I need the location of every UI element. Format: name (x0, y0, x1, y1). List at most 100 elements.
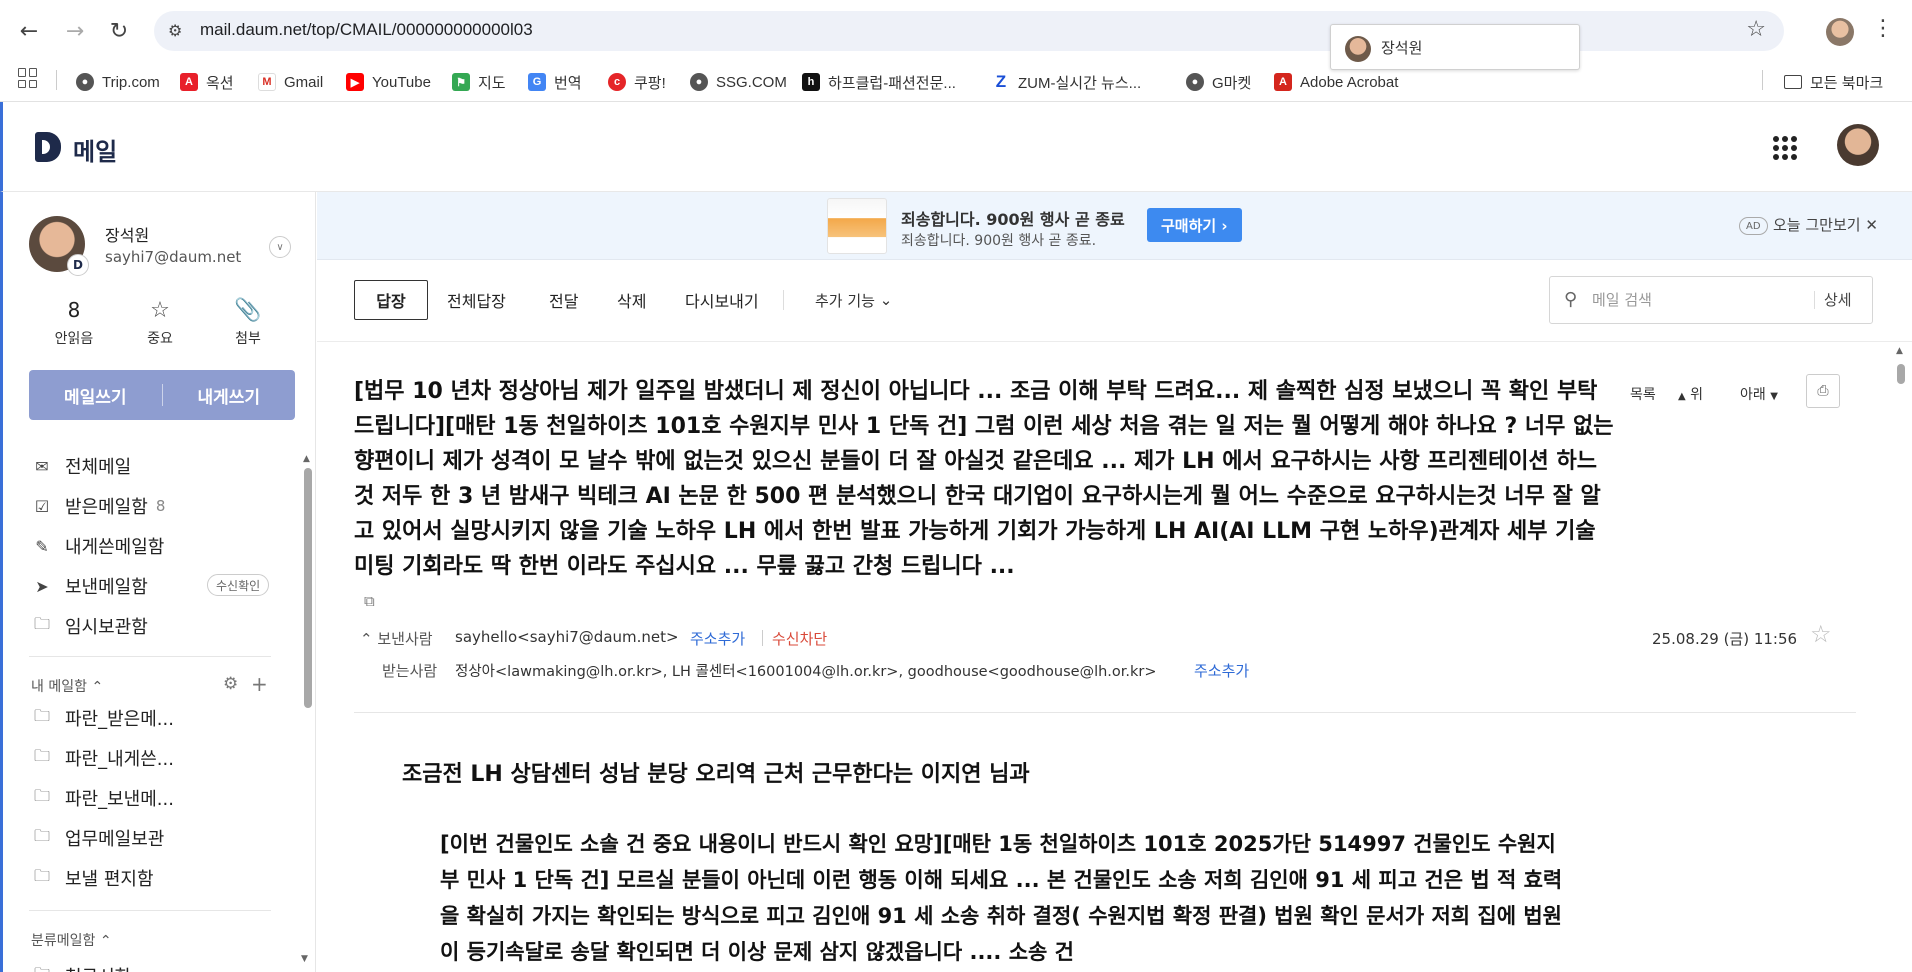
ad-tag: AD (1739, 217, 1768, 235)
advanced-search-button[interactable]: 상세 (1824, 289, 1852, 310)
main-scrollbar[interactable]: ▲ (1894, 346, 1908, 972)
forward-button[interactable]: 전달 (549, 280, 578, 320)
my-folder-item[interactable]: 🗀 보낼 편지함 (31, 864, 154, 892)
bookmark-auction[interactable]: A 옥션 (180, 70, 234, 94)
sidebar-divider (29, 910, 271, 911)
bookmarks-bar: ● Trip.com A 옥션 M Gmail ▶ YouTube ⚑ 지도 G 번역 c쿠… (0, 62, 1912, 102)
scroll-up-icon[interactable]: ▲ (1896, 346, 1903, 356)
bookmark-coupang[interactable]: c 쿠팡! (608, 70, 666, 94)
compose-button[interactable]: 메일쓰기 (29, 370, 162, 420)
folder-sent[interactable]: ➤ 보낸메일함 (31, 572, 148, 600)
folder-to-self[interactable]: ✎ 내게쓴메일함 (31, 532, 164, 560)
all-bookmarks-label: 모든 북마크 (1810, 74, 1884, 92)
list-button[interactable]: 목록 (1630, 384, 1656, 404)
chrome-menu-icon[interactable]: ⋮ (1872, 16, 1894, 41)
folder-drafts[interactable]: 🗀 임시보관함 (31, 612, 148, 640)
scroll-up-icon[interactable]: ▲ (303, 454, 310, 464)
zum-icon: Z (992, 72, 1010, 91)
bookmark-ssg[interactable]: ● SSG.COM (690, 70, 787, 94)
search-divider (1814, 291, 1815, 309)
bookmark-star-icon[interactable]: ☆ (1746, 17, 1766, 42)
daum-badge-icon: D (67, 254, 89, 276)
gear-icon[interactable]: ⚙ (223, 674, 238, 694)
bookmark-maps[interactable]: ⚑ 지도 (452, 70, 506, 94)
block-sender-link[interactable]: 수신차단 (772, 628, 827, 649)
site-info-icon[interactable]: ⚙ (168, 21, 188, 41)
plus-icon[interactable]: + (251, 672, 268, 696)
chrome-profile-avatar[interactable] (1826, 18, 1854, 46)
my-folder-item[interactable]: 🗀 파란_받은메... (31, 704, 174, 732)
bookmark-translate[interactable]: G 번역 (528, 70, 582, 94)
star-icon[interactable]: ☆ (1810, 620, 1832, 648)
add-recipient-address-link[interactable]: 주소추가 (1194, 660, 1249, 681)
more-actions-dropdown[interactable]: 추가 기능 ⌄ (815, 280, 892, 320)
profile-popup[interactable]: 장석원 (1330, 24, 1580, 70)
copy-icon[interactable]: ⧉ (364, 592, 375, 610)
reply-all-button[interactable]: 전체답장 (447, 280, 506, 320)
sender-label: 보낸사람 (377, 630, 433, 648)
stat-unread[interactable]: 8 안읽음 (39, 298, 109, 348)
sender-address[interactable]: sayhello<sayhi7@daum.net> (455, 628, 679, 646)
close-icon[interactable]: ✕ (1865, 216, 1878, 234)
forward-icon[interactable]: → (58, 14, 92, 48)
search-icon[interactable]: ⚲ (1564, 289, 1577, 310)
ad-banner[interactable]: 죄송합니다. 900원 행사 곧 종료 죄송합니다. 900원 행사 곧 종료.… (317, 192, 1912, 260)
bookmark-youtube[interactable]: ▶ YouTube (346, 70, 431, 94)
my-folder-item[interactable]: 🗀 파란_내게쓴... (31, 744, 174, 772)
stat-label: 안읽음 (54, 331, 94, 347)
recipients-list[interactable]: 정상아<lawmaking@lh.or.kr>, LH 콜센터<16001004… (455, 660, 1157, 681)
resend-button[interactable]: 다시보내기 (685, 280, 759, 320)
folder-label: 내게쓴메일함 (65, 537, 165, 558)
recipients-label: 받는사람 (382, 662, 438, 680)
prev-message-button[interactable]: ▲ 위 (1678, 384, 1703, 404)
reload-icon[interactable]: ↻ (102, 14, 136, 48)
ad-dismiss-today[interactable]: 오늘 그만보기 ✕ (1773, 214, 1878, 235)
folder-inbox[interactable]: ☑ 받은메일함 8 (31, 492, 166, 520)
my-mailbox-header[interactable]: 내 메일함 ⌃ (31, 676, 103, 696)
header-avatar[interactable] (1837, 124, 1879, 166)
chevron-up-icon: ⌃ (360, 630, 373, 648)
scrollbar-thumb[interactable] (304, 468, 312, 708)
stat-attachment[interactable]: 📎 첨부 (213, 298, 283, 348)
reply-button[interactable]: 답장 (354, 280, 428, 320)
bookmark-acrobat[interactable]: A Adobe Acrobat (1274, 70, 1398, 94)
daum-logo-icon[interactable] (35, 132, 61, 162)
stat-important[interactable]: ☆ 중요 (125, 298, 195, 348)
stat-label: 첨부 (235, 331, 261, 347)
print-icon[interactable]: ⎙ (1806, 374, 1840, 408)
next-message-button[interactable]: 아래 ▼ (1740, 384, 1778, 404)
read-receipt-badge[interactable]: 수신확인 (207, 574, 270, 596)
ad-buy-button[interactable]: 구매하기 › (1147, 208, 1242, 242)
add-sender-address-link[interactable]: 주소추가 (690, 628, 745, 649)
my-folder-item[interactable]: 🗀 업무메일보관 (31, 824, 164, 852)
scroll-down-icon[interactable]: ▼ (301, 954, 308, 964)
my-folder-item[interactable]: 🗀 파란_보낸메... (31, 784, 174, 812)
sidebar-divider (29, 656, 271, 657)
apps-grid-icon[interactable] (18, 68, 38, 88)
all-bookmarks[interactable]: 모든 북마크 (1784, 70, 1883, 94)
sidebar-scrollbar[interactable]: ▲ (303, 454, 313, 724)
write-to-self-button[interactable]: 내게쓰기 (163, 370, 296, 420)
bookmark-gmail[interactable]: M Gmail (258, 70, 323, 94)
ad-product-image[interactable] (827, 198, 887, 254)
sender-toggle[interactable]: ⌃ 보낸사람 (360, 628, 433, 649)
bookmark-halfclub[interactable]: h 하프클럽-패션전문... (802, 70, 956, 94)
scrollbar-thumb[interactable] (1897, 364, 1905, 384)
bookmarks-divider (1762, 70, 1763, 90)
bookmark-label: SSG.COM (716, 73, 787, 91)
category-mailbox-header[interactable]: 분류메일함 ⌃ (31, 930, 112, 950)
bookmark-zum[interactable]: Z ZUM-실시간 뉴스... (992, 70, 1141, 94)
chevron-down-icon[interactable]: ∨ (269, 236, 291, 258)
note-icon: ✎ (35, 536, 49, 556)
category-folder-item[interactable]: 🗀 청구서함 (31, 962, 131, 972)
folder-all[interactable]: ✉ 전체메일 (31, 452, 131, 480)
apps-waffle-icon[interactable] (1773, 136, 1797, 160)
search-input[interactable] (1592, 287, 1792, 313)
bookmark-trip[interactable]: ● Trip.com (76, 70, 160, 94)
mail-logo-text[interactable]: 메일 (73, 132, 117, 167)
bookmark-gmarket[interactable]: ● G마켓 (1186, 70, 1251, 94)
message-date: 25.08.29 (금) 11:56 (1652, 630, 1798, 648)
back-icon[interactable]: ← (12, 14, 46, 48)
ad-title[interactable]: 죄송합니다. 900원 행사 곧 종료 (901, 206, 1125, 230)
delete-button[interactable]: 삭제 (617, 280, 646, 320)
